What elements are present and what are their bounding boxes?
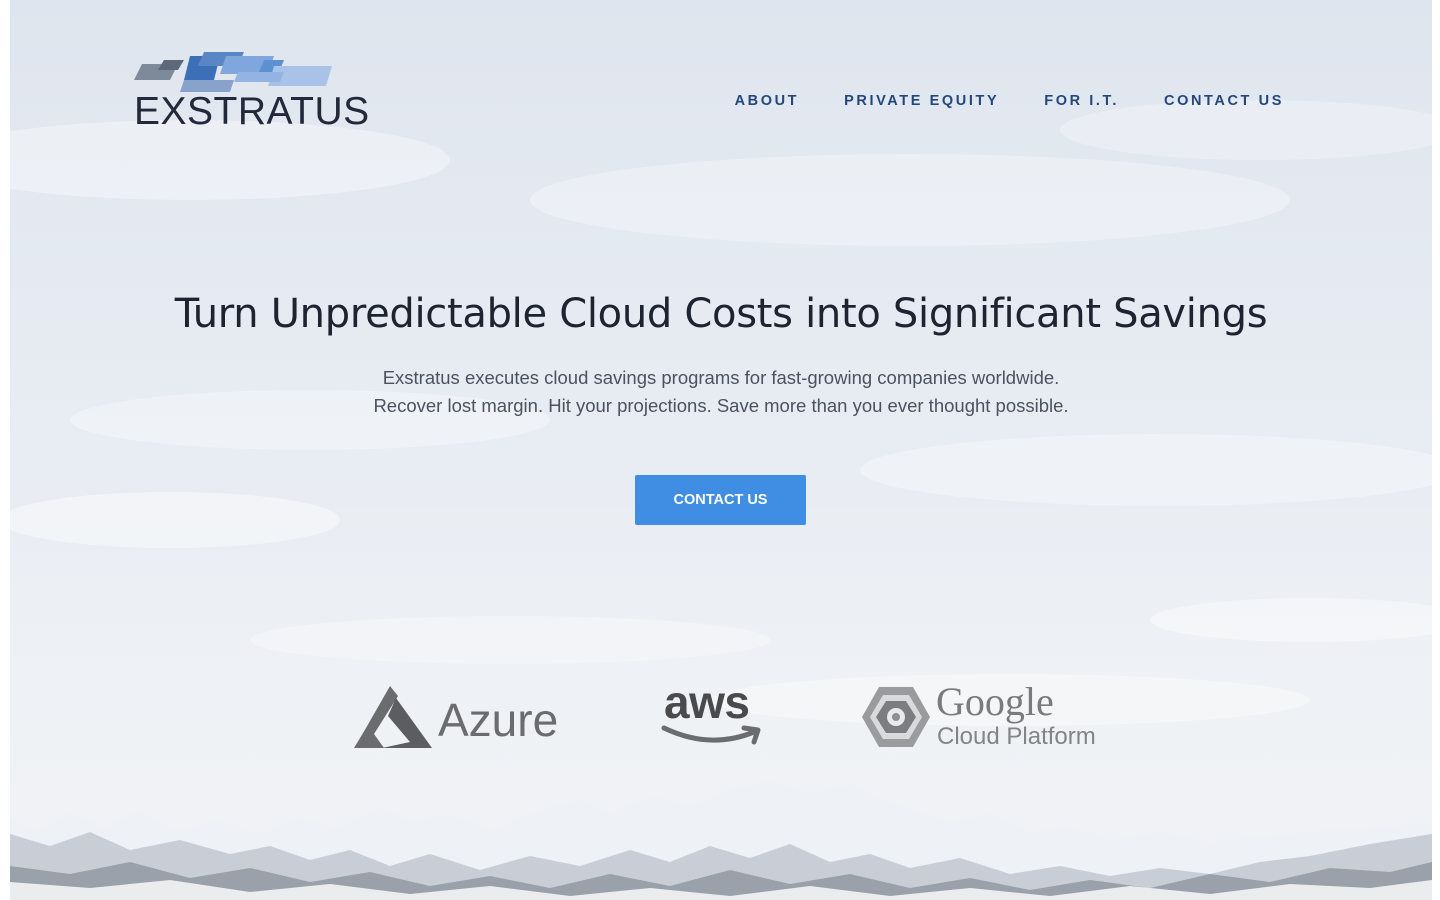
aws-smile-icon: [661, 725, 761, 745]
nav-private-equity[interactable]: PRIVATE EQUITY: [844, 92, 999, 110]
hero-subtitle: Exstratus executes cloud savings program…: [10, 364, 1432, 420]
hero-title: Turn Unpredictable Cloud Costs into Sign…: [174, 291, 1268, 337]
nav-contact-us[interactable]: CONTACT US: [1164, 92, 1284, 110]
nav-for-it[interactable]: FOR I.T.: [1044, 92, 1119, 110]
cloud-platform-wordmark: Cloud Platform: [937, 723, 1096, 750]
google-wordmark: Google: [936, 679, 1054, 724]
snowy-mountains-image: [10, 780, 1432, 900]
nav-about[interactable]: ABOUT: [735, 92, 800, 110]
logo-mark-icon: [134, 52, 332, 92]
contact-us-button[interactable]: CONTACT US: [635, 475, 806, 525]
google-cloud-hexagon-icon: [862, 687, 930, 747]
azure-icon: [354, 686, 432, 748]
azure-wordmark: Azure: [438, 694, 559, 746]
main-nav: ABOUT PRIVATE EQUITY FOR I.T. CONTACT US: [735, 92, 1284, 110]
brand-logo[interactable]: EXSTRATUS: [134, 52, 369, 134]
brand-wordmark: EXSTRATUS: [134, 90, 370, 133]
hero-subtitle-line-2: Recover lost margin. Hit your projection…: [373, 395, 1069, 416]
hero-subtitle-line-1: Exstratus executes cloud savings program…: [382, 367, 1060, 388]
aws-wordmark: aws: [664, 676, 750, 728]
sky-background: [10, 100, 1432, 726]
landing-page: EXSTRATUS ABOUT PRIVATE EQUITY FOR I.T. …: [10, 0, 1432, 900]
